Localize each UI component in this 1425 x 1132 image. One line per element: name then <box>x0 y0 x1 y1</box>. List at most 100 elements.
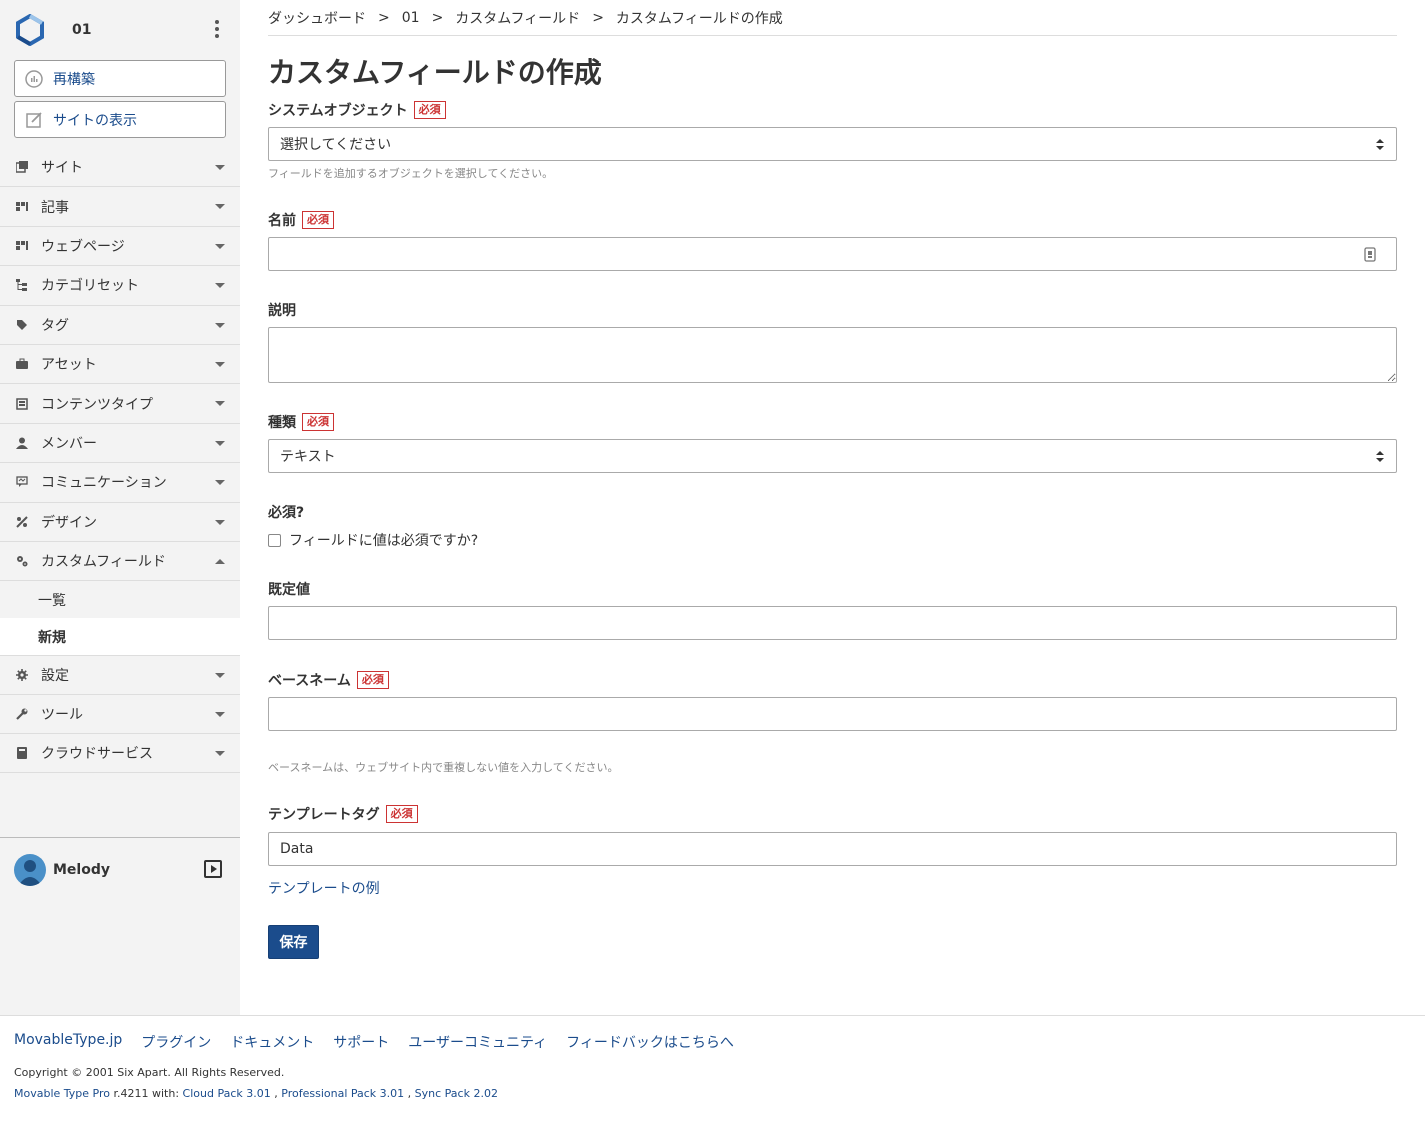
movable-type-logo-icon[interactable] <box>14 14 46 46</box>
sidebar-item-label: クラウドサービス <box>41 746 153 763</box>
sidebar-item-entry[interactable]: 記事 <box>0 187 240 227</box>
sidebar-item-member[interactable]: メンバー <box>0 424 240 464</box>
view-site-label: サイトの表示 <box>53 112 137 129</box>
required-badge: 必須 <box>385 805 418 823</box>
user-area: Melody <box>0 837 240 901</box>
system-object-select[interactable]: 選択してください <box>268 127 1397 161</box>
sidebar-item-settings[interactable]: 設定 <box>0 655 240 695</box>
sidebar-item-label: 記事 <box>41 199 69 216</box>
type-select[interactable]: テキスト <box>268 439 1397 473</box>
tag-icon <box>15 318 28 331</box>
description-label-text: 説明 <box>268 303 296 319</box>
wrench-icon <box>15 707 28 720</box>
template-tag-input[interactable] <box>268 832 1397 866</box>
password-manager-icon[interactable] <box>1364 247 1376 262</box>
type-field: 種類 必須 テキスト <box>268 412 1397 473</box>
category-icon <box>15 279 28 292</box>
rebuild-icon <box>25 69 43 88</box>
version-info: Movable Type Pro r.4211 with: Cloud Pack… <box>14 1087 498 1100</box>
required-checkbox-label[interactable]: フィールドに値は必須ですか? <box>289 530 478 550</box>
basename-hint: ベースネームは、ウェブサイト内で重複しない値を入力してください。 <box>268 761 619 774</box>
required-badge: 必須 <box>302 413 334 431</box>
required-checkbox[interactable] <box>268 533 281 547</box>
select-arrows-icon <box>1376 139 1384 151</box>
kebab-menu-icon[interactable] <box>214 20 220 38</box>
submenu-item-list[interactable]: 一覧 <box>0 581 240 618</box>
template-tag-field: テンプレートタグ 必須 テンプレートの例 <box>268 804 1397 898</box>
user-name[interactable]: Melody <box>53 862 110 878</box>
avatar[interactable] <box>14 853 46 886</box>
rebuild-label: 再構築 <box>53 71 95 88</box>
sidebar-item-design[interactable]: デザイン <box>0 503 240 542</box>
submenu-item-new[interactable]: 新規 <box>0 618 240 656</box>
breadcrumb-dashboard[interactable]: ダッシュボード <box>268 8 366 28</box>
chevron-up-icon <box>215 558 225 564</box>
select-arrows-icon <box>1376 451 1384 463</box>
sidebar-item-communication[interactable]: コミュニケーション <box>0 463 240 503</box>
type-label: 種類 必須 <box>268 412 1397 432</box>
chevron-down-icon <box>215 204 225 210</box>
system-object-hint: フィールドを追加するオブジェクトを選択してください。 <box>268 167 554 180</box>
chevron-down-icon <box>215 519 225 525</box>
sidebar-item-cloud-service[interactable]: クラウドサービス <box>0 734 240 774</box>
description-field: 説明 <box>268 300 1397 383</box>
site-header: 01 <box>0 0 240 60</box>
sidebar-item-content-type[interactable]: コンテンツタイプ <box>0 384 240 424</box>
view-site-button[interactable]: サイトの表示 <box>14 101 226 138</box>
system-object-label: システムオブジェクト 必須 <box>268 100 1397 120</box>
sidebar-item-tools[interactable]: ツール <box>0 695 240 735</box>
description-label: 説明 <box>268 300 1397 320</box>
footer-link-community[interactable]: ユーザーコミュニティ <box>408 1032 547 1052</box>
page-icon <box>15 239 28 252</box>
system-object-field: システムオブジェクト 必須 選択してください フィールドを追加するオブジェクトを… <box>268 100 1397 181</box>
sidebar-item-label: デザイン <box>41 514 97 531</box>
breadcrumb-site[interactable]: 01 <box>402 10 420 26</box>
chevron-down-icon <box>215 440 225 446</box>
sidebar-item-webpage[interactable]: ウェブページ <box>0 227 240 267</box>
sidebar-item-tag[interactable]: タグ <box>0 306 240 345</box>
name-field: 名前 必須 <box>268 210 1397 271</box>
rebuild-button[interactable]: 再構築 <box>14 60 226 97</box>
cloud-service-icon <box>15 747 28 760</box>
sidebar-item-label: コンテンツタイプ <box>41 396 153 413</box>
description-textarea[interactable] <box>268 327 1397 383</box>
sidebar-item-category-set[interactable]: カテゴリセット <box>0 266 240 306</box>
chevron-down-icon <box>215 243 225 249</box>
footer-link-plugins[interactable]: プラグイン <box>141 1032 211 1052</box>
pack-link-sync[interactable]: Sync Pack 2.02 <box>415 1087 498 1100</box>
sidebar-item-custom-field[interactable]: カスタムフィールド <box>0 542 240 582</box>
footer-link-movabletype[interactable]: MovableType.jp <box>14 1032 122 1052</box>
expand-sidebar-icon[interactable] <box>204 860 222 878</box>
name-input[interactable] <box>268 237 1397 271</box>
default-input[interactable] <box>268 606 1397 640</box>
sidebar-item-site[interactable]: サイト <box>0 148 240 188</box>
asset-icon <box>15 358 28 371</box>
version-text: r.4211 with: <box>110 1087 183 1100</box>
sidebar-item-label: カテゴリセット <box>41 278 139 295</box>
comment-icon <box>15 476 28 489</box>
chevron-down-icon <box>215 751 225 757</box>
footer-link-documents[interactable]: ドキュメント <box>230 1032 314 1052</box>
sidebar-item-label: 設定 <box>41 667 69 684</box>
pack-link-professional[interactable]: Professional Pack 3.01 <box>281 1087 404 1100</box>
chevron-down-icon <box>215 165 225 170</box>
sidebar-item-label: コミュニケーション <box>41 475 167 492</box>
template-example-link[interactable]: テンプレートの例 <box>268 881 380 897</box>
basename-input[interactable] <box>268 697 1397 731</box>
basename-label-text: ベースネーム <box>268 673 351 689</box>
system-object-value: 選択してください <box>280 137 392 153</box>
basename-field: ベースネーム 必須 ベースネームは、ウェブサイト内で重複しない値を入力してくださ… <box>268 670 1397 775</box>
save-button[interactable]: 保存 <box>268 925 319 959</box>
chevron-down-icon <box>215 711 225 717</box>
breadcrumb-custom-field[interactable]: カスタムフィールド <box>455 8 580 28</box>
required-checkbox-row[interactable]: フィールドに値は必須ですか? <box>268 530 1397 550</box>
sidebar: 01 再構築 サイトの表示 サイト 記事 ウェブページ カテゴリセット タグ ア… <box>0 0 240 1015</box>
required-badge: 必須 <box>302 211 334 229</box>
sidebar-item-asset[interactable]: アセット <box>0 345 240 385</box>
pack-link-cloud[interactable]: Cloud Pack 3.01 <box>183 1087 271 1100</box>
footer-link-support[interactable]: サポート <box>333 1032 389 1052</box>
footer-link-feedback[interactable]: フィードバックはこちらへ <box>566 1032 734 1052</box>
version-product-link[interactable]: Movable Type Pro <box>14 1087 110 1100</box>
site-name[interactable]: 01 <box>72 22 91 38</box>
chevron-down-icon <box>215 283 225 289</box>
